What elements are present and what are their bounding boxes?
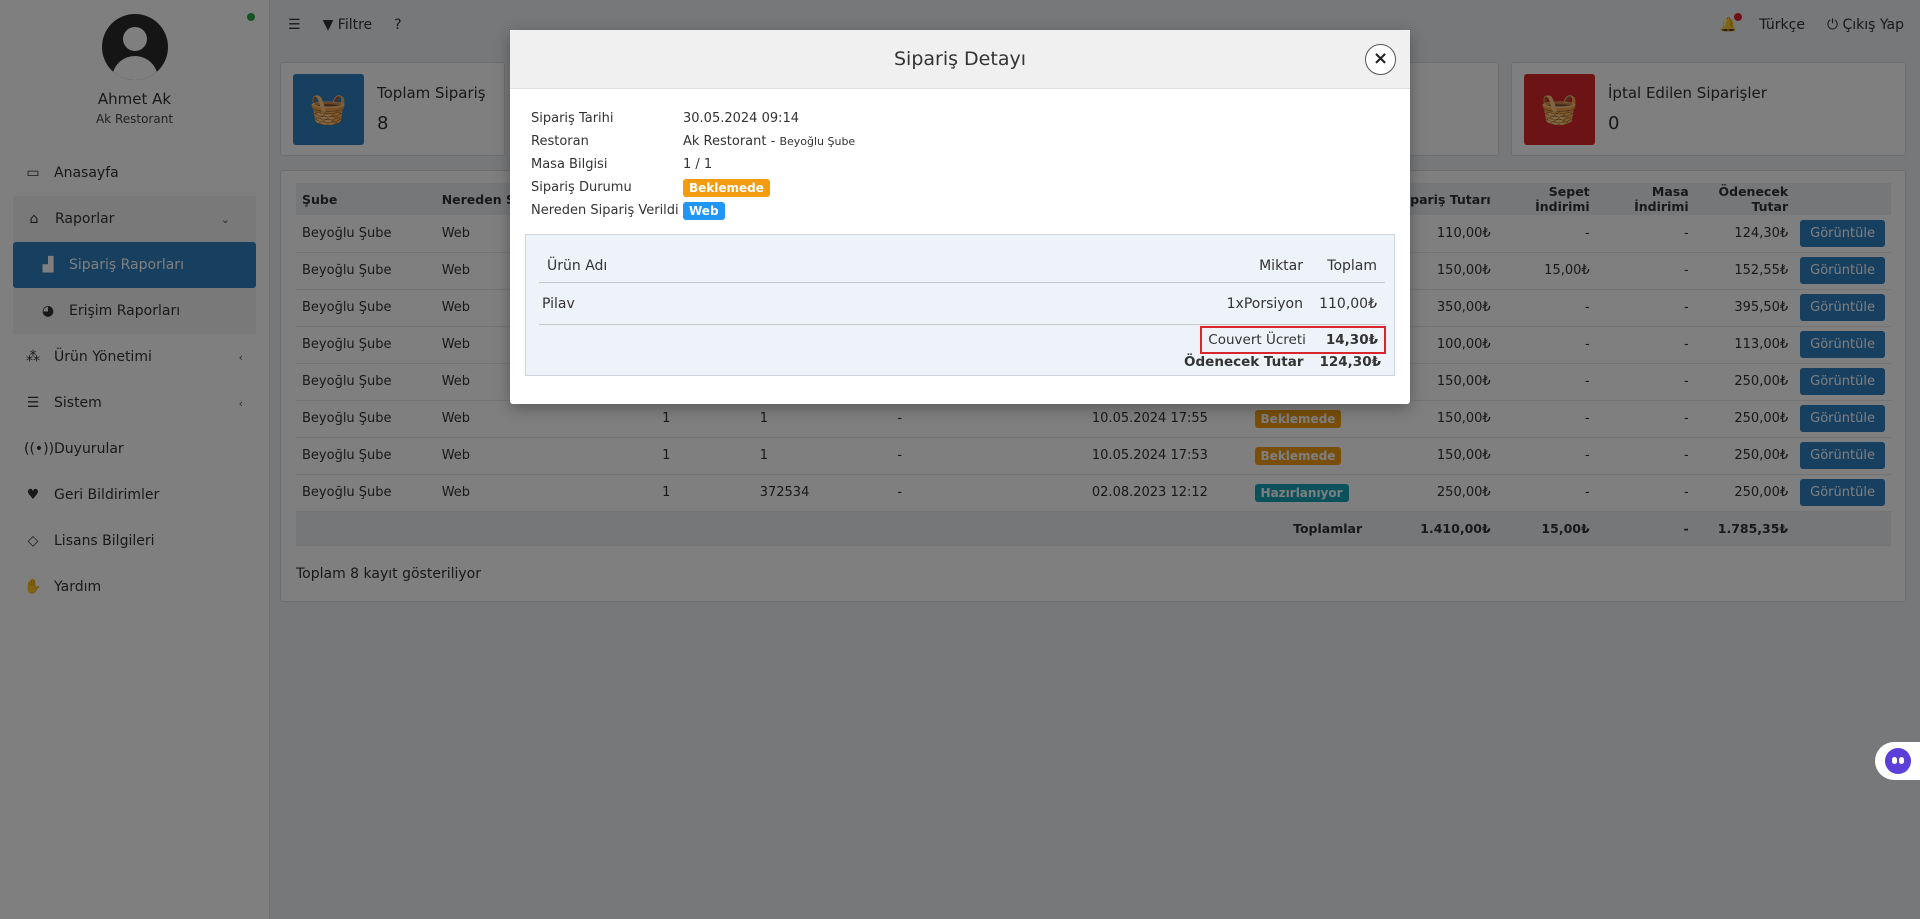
modal-header: Sipariş Detayı × bbox=[510, 30, 1410, 89]
order-items-table: Ürün Adı Miktar Toplam Pilav 1xPorsiyon … bbox=[539, 249, 1385, 325]
label-order-status: Sipariş Durumu bbox=[531, 180, 632, 195]
source-badge: Web bbox=[683, 201, 725, 220]
label-order-source: Nereden Sipariş Verildi bbox=[531, 203, 679, 218]
item-total: 110,00₺ bbox=[1319, 295, 1377, 312]
value-table-info: 1 / 1 bbox=[683, 157, 713, 172]
couvert-fee-row: Couvert Ücreti 14,30₺ bbox=[1200, 326, 1386, 354]
payable-row: Ödenecek Tutar 124,30₺ bbox=[1184, 354, 1381, 370]
label-restaurant: Restoran bbox=[531, 134, 589, 149]
items-header-name: Ürün Adı bbox=[547, 257, 608, 274]
label-order-date: Sipariş Tarihi bbox=[531, 111, 614, 126]
status-badge: Beklemede bbox=[683, 178, 770, 197]
chat-assistant-button[interactable] bbox=[1875, 742, 1920, 780]
close-button[interactable]: × bbox=[1365, 44, 1396, 75]
robot-icon bbox=[1884, 748, 1911, 774]
value-restaurant: Ak Restorant - bbox=[683, 134, 776, 149]
order-info: Sipariş Tarihi 30.05.2024 09:14 Restoran A… bbox=[531, 107, 855, 222]
payable-label: Ödenecek Tutar bbox=[1184, 354, 1304, 370]
item-name: Pilav bbox=[542, 295, 575, 312]
value-branch: Beyoğlu Şube bbox=[779, 135, 856, 148]
items-header-row: Ürün Adı Miktar Toplam bbox=[539, 249, 1385, 283]
items-header-qty: Miktar bbox=[1259, 257, 1303, 274]
order-item-row: Pilav 1xPorsiyon 110,00₺ bbox=[539, 283, 1385, 325]
couvert-value: 14,30₺ bbox=[1325, 332, 1378, 348]
couvert-label: Couvert Ücreti bbox=[1208, 332, 1306, 348]
value-order-date: 30.05.2024 09:14 bbox=[683, 111, 800, 126]
label-table-info: Masa Bilgisi bbox=[531, 157, 608, 172]
payable-value: 124,30₺ bbox=[1319, 354, 1382, 370]
modal-title: Sipariş Detayı bbox=[893, 48, 1026, 70]
order-detail-modal: Sipariş Detayı × Sipariş Tarihi 30.05.202… bbox=[510, 30, 1410, 404]
order-items-box: Ürün Adı Miktar Toplam Pilav 1xPorsiyon … bbox=[525, 234, 1395, 376]
items-header-total: Toplam bbox=[1327, 257, 1377, 274]
item-qty: 1xPorsiyon bbox=[1226, 295, 1303, 312]
